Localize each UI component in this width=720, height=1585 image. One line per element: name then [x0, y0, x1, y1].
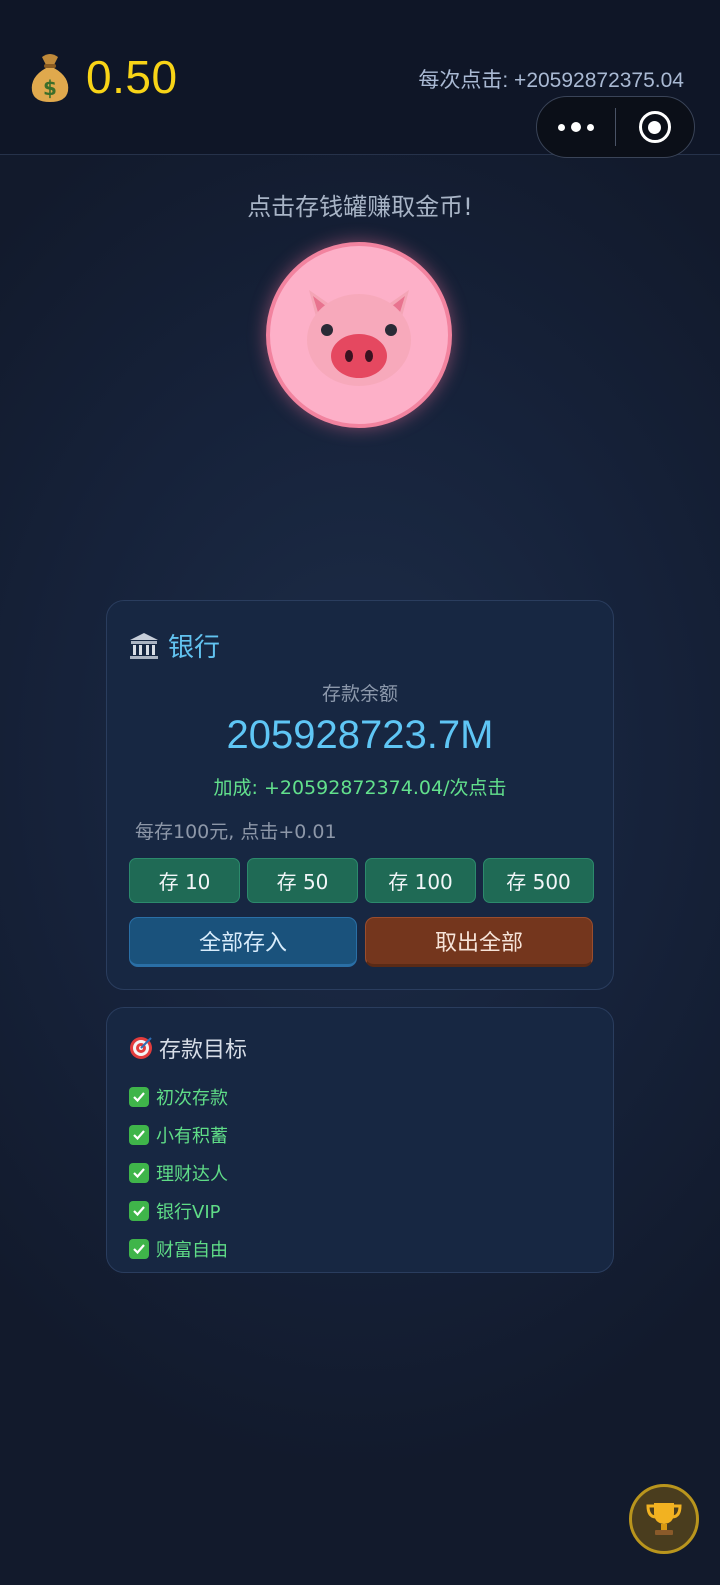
- bulk-actions: 全部存入 取出全部: [129, 917, 593, 967]
- pig-face-icon: [307, 290, 411, 386]
- money-bag-icon: $: [26, 51, 74, 103]
- list-item: 小有积蓄: [129, 1116, 228, 1154]
- bank-panel: 银行 存款余额 205928723.7M 加成: +20592872374.04…: [106, 600, 614, 990]
- check-icon: [129, 1201, 149, 1221]
- goals-panel: 存款目标 初次存款 小有积蓄 理财达人 银行VIP 财富自由: [106, 1007, 614, 1273]
- trophy-icon: [646, 1503, 682, 1535]
- tap-hint: 点击存钱罐赚取金币!: [247, 193, 473, 221]
- check-icon: [129, 1087, 149, 1107]
- goals-title: 存款目标: [129, 1032, 247, 1064]
- bank-title: 银行: [129, 627, 220, 664]
- deposit-all-button[interactable]: 全部存入: [129, 917, 357, 967]
- goal-list: 初次存款 小有积蓄 理财达人 银行VIP 财富自由: [129, 1078, 228, 1268]
- goals-title-label: 存款目标: [159, 1038, 248, 1063]
- goal-label: 初次存款: [156, 1088, 228, 1109]
- target-icon: [129, 1036, 153, 1060]
- deposit-rule: 每存100元, 点击+0.01: [135, 821, 337, 843]
- bonus-text: 加成: +20592872374.04/次点击: [213, 777, 507, 799]
- list-item: 财富自由: [129, 1230, 228, 1268]
- svg-text:$: $: [43, 76, 57, 100]
- check-icon: [129, 1239, 149, 1259]
- goal-label: 银行VIP: [156, 1202, 221, 1223]
- piggy-bank-button[interactable]: [266, 242, 452, 428]
- balance-value: 205928723.7M: [226, 713, 494, 757]
- trophy-button[interactable]: [629, 1484, 699, 1554]
- bank-title-label: 银行: [168, 633, 221, 663]
- deposit-100-button[interactable]: 存 100: [365, 858, 476, 903]
- deposit-500-button[interactable]: 存 500: [483, 858, 594, 903]
- deposit-buttons: 存 10 存 50 存 100 存 500: [129, 858, 594, 903]
- goal-label: 理财达人: [156, 1164, 228, 1185]
- list-item: 初次存款: [129, 1078, 228, 1116]
- miniprogram-capsule: [536, 96, 695, 158]
- check-icon: [129, 1125, 149, 1145]
- goal-label: 小有积蓄: [156, 1126, 228, 1147]
- bank-icon: [129, 632, 159, 660]
- deposit-10-button[interactable]: 存 10: [129, 858, 240, 903]
- more-dots-icon[interactable]: [537, 97, 615, 157]
- record-circle-icon[interactable]: [616, 97, 694, 157]
- withdraw-all-button[interactable]: 取出全部: [365, 917, 593, 967]
- deposit-50-button[interactable]: 存 50: [247, 858, 358, 903]
- goal-label: 财富自由: [156, 1240, 228, 1261]
- balance-label: 存款余额: [321, 683, 398, 705]
- coin-count: 0.50: [86, 51, 178, 103]
- list-item: 银行VIP: [129, 1192, 228, 1230]
- coin-balance: $ 0.50: [26, 50, 178, 104]
- list-item: 理财达人: [129, 1154, 228, 1192]
- per-click-value: 每次点击: +20592872375.04: [418, 69, 684, 92]
- top-bar: $ 0.50 每次点击: +20592872375.04: [0, 0, 720, 158]
- check-icon: [129, 1163, 149, 1183]
